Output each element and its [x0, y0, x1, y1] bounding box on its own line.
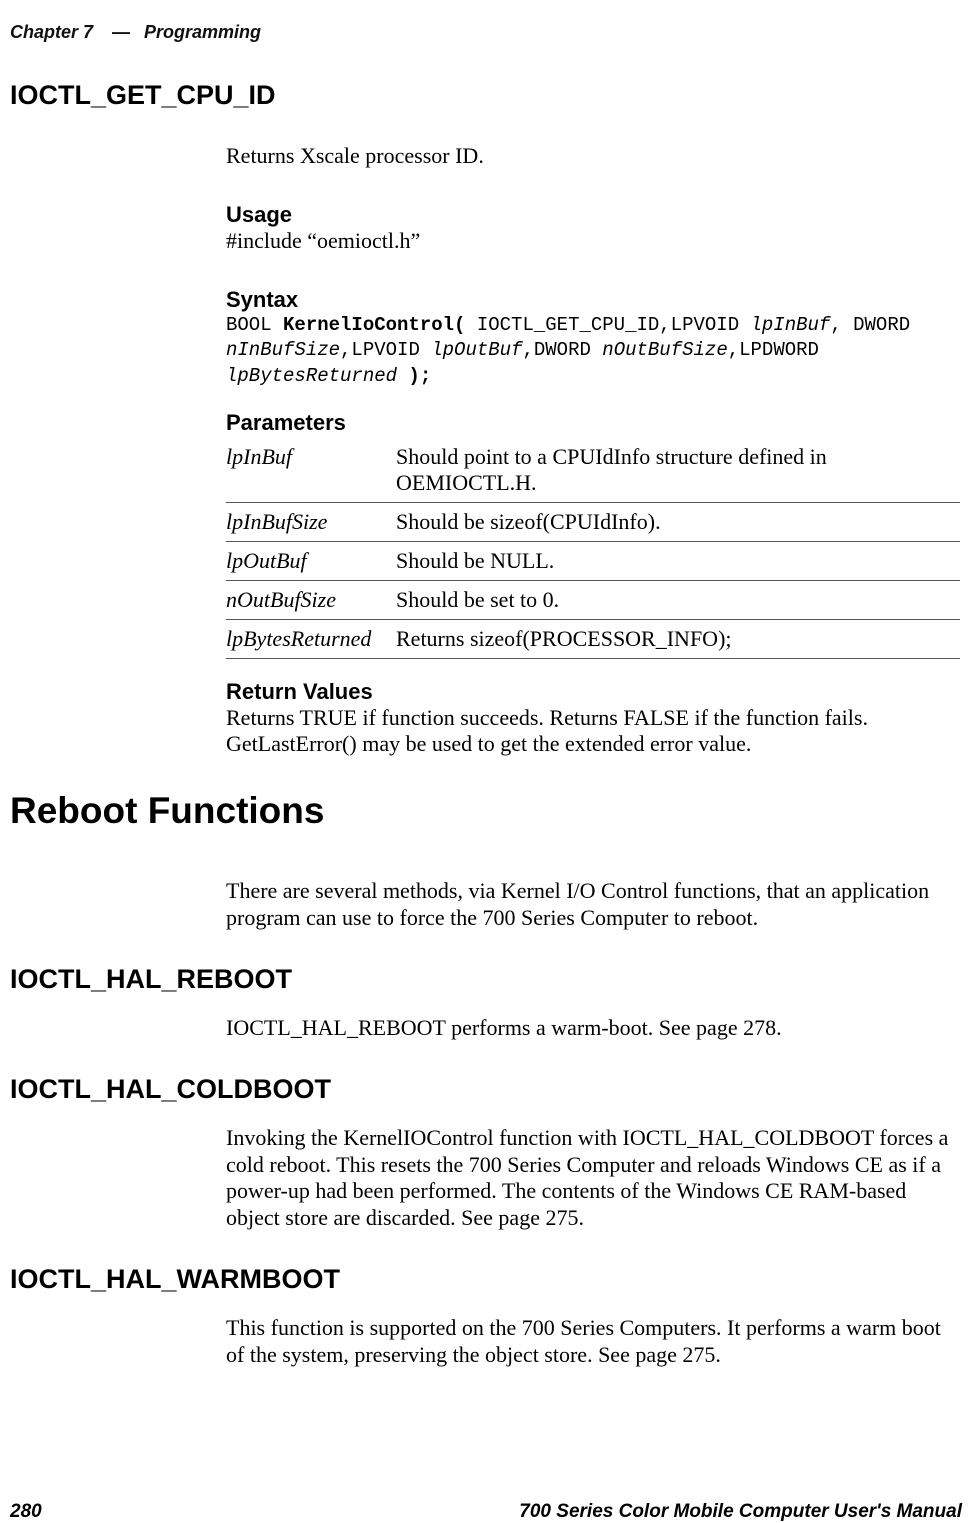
heading-ioctl-hal-warmboot: IOCTL_HAL_WARMBOOT	[10, 1264, 960, 1295]
manual-title: 700 Series Color Mobile Computer User's …	[519, 1501, 962, 1523]
code-token: ,DWORD	[522, 339, 602, 361]
param-row: lpOutBuf Should be NULL.	[226, 541, 960, 580]
hal-coldboot-text: Invoking the KernelIOControl function wi…	[226, 1125, 960, 1232]
code-token: IOCTL_GET_CPU_ID,LPVOID	[465, 314, 750, 336]
page-number: 280	[10, 1501, 42, 1523]
page: Chapter 7 — Programming IOCTL_GET_CPU_ID…	[0, 0, 972, 1519]
code-token: ,LPDWORD	[728, 339, 819, 361]
usage-text: #include “oemioctl.h”	[226, 228, 960, 255]
param-name: lpInBuf	[226, 438, 396, 503]
heading-reboot-functions: Reboot Functions	[10, 790, 960, 832]
code-token: , DWORD	[830, 314, 910, 336]
heading-return-values: Return Values	[226, 679, 960, 705]
heading-usage: Usage	[226, 202, 960, 228]
code-token: KernelIoControl(	[283, 314, 465, 336]
param-desc: Should point to a CPUIdInfo structure de…	[396, 438, 960, 503]
return-values-text: Returns TRUE if function succeeds. Retur…	[226, 705, 960, 759]
param-row: nOutBufSize Should be set to 0.	[226, 580, 960, 619]
param-row: lpInBuf Should point to a CPUIdInfo stru…	[226, 438, 960, 503]
header-chapter: Chapter 7	[10, 22, 93, 43]
code-token: nOutBufSize	[602, 339, 727, 361]
param-desc: Should be sizeof(CPUIdInfo).	[396, 502, 960, 541]
param-desc: Should be NULL.	[396, 541, 960, 580]
content: IOCTL_GET_CPU_ID Returns Xscale processo…	[10, 80, 960, 1369]
param-row: lpBytesReturned Returns sizeof(PROCESSOR…	[226, 619, 960, 658]
heading-ioctl-hal-reboot: IOCTL_HAL_REBOOT	[10, 964, 960, 995]
syntax-code: BOOL KernelIoControl( IOCTL_GET_CPU_ID,L…	[226, 313, 960, 390]
code-token: BOOL	[226, 314, 283, 336]
param-name: lpInBufSize	[226, 502, 396, 541]
code-token: lpBytesReturned	[226, 365, 397, 387]
get-cpu-id-intro: Returns Xscale processor ID.	[226, 143, 960, 170]
param-desc: Returns sizeof(PROCESSOR_INFO);	[396, 619, 960, 658]
code-token: );	[397, 365, 431, 387]
heading-syntax: Syntax	[226, 287, 960, 313]
param-row: lpInBufSize Should be sizeof(CPUIdInfo).	[226, 502, 960, 541]
heading-parameters: Parameters	[226, 410, 960, 436]
param-name: lpOutBuf	[226, 541, 396, 580]
code-token: lpInBuf	[751, 314, 831, 336]
param-name: lpBytesReturned	[226, 619, 396, 658]
reboot-intro: There are several methods, via Kernel I/…	[226, 878, 960, 932]
code-token: lpOutBuf	[431, 339, 522, 361]
heading-ioctl-get-cpu-id: IOCTL_GET_CPU_ID	[10, 80, 960, 111]
code-token: ,LPVOID	[340, 339, 431, 361]
hal-reboot-text: IOCTL_HAL_REBOOT performs a warm-boot. S…	[226, 1015, 960, 1042]
header-section: Programming	[144, 22, 261, 43]
param-name: nOutBufSize	[226, 580, 396, 619]
code-token: nInBufSize	[226, 339, 340, 361]
header-dash: —	[112, 22, 130, 43]
hal-warmboot-text: This function is supported on the 700 Se…	[226, 1315, 960, 1369]
param-desc: Should be set to 0.	[396, 580, 960, 619]
heading-ioctl-hal-coldboot: IOCTL_HAL_COLDBOOT	[10, 1074, 960, 1105]
parameters-table: lpInBuf Should point to a CPUIdInfo stru…	[226, 438, 960, 659]
